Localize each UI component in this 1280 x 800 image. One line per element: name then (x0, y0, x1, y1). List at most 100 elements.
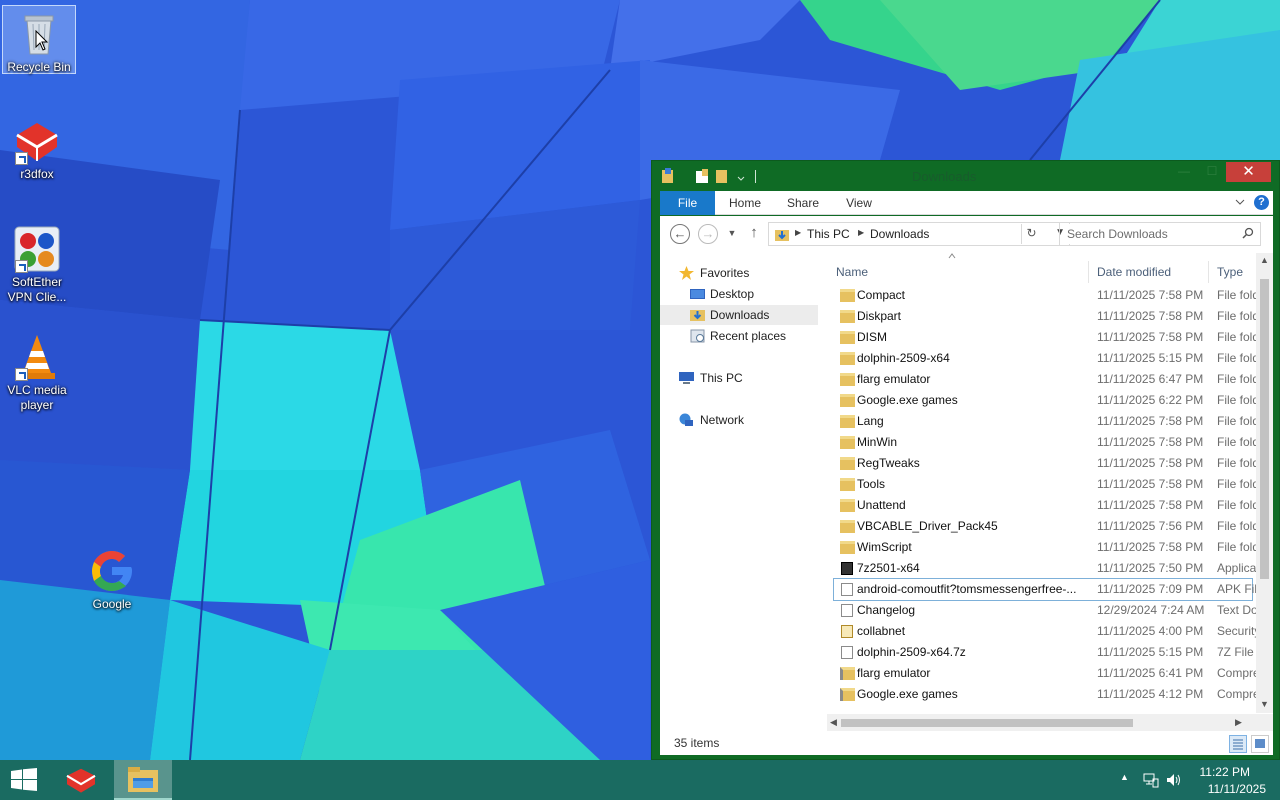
column-divider[interactable] (1208, 261, 1209, 283)
file-type: File folder (1217, 477, 1257, 491)
file-row[interactable]: VBCABLE_Driver_Pack45 11/11/2025 7:56 PM F… (834, 516, 1257, 537)
file-row[interactable]: WimScript 11/11/2025 7:58 PM File folder (834, 537, 1257, 558)
column-header-name[interactable]: Name (836, 265, 868, 279)
file-date-modified: 11/11/2025 7:58 PM (1097, 477, 1204, 491)
nav-favorites[interactable]: Favorites (660, 263, 818, 283)
computer-icon (679, 372, 694, 384)
scroll-down-arrow-icon[interactable]: ▼ (1260, 699, 1269, 709)
vertical-scrollbar-thumb[interactable] (1260, 279, 1269, 579)
nav-recent-places[interactable]: Recent places (660, 326, 818, 346)
help-icon[interactable]: ? (1254, 195, 1269, 210)
file-type: Application (1217, 561, 1257, 575)
tab-file[interactable]: File (660, 191, 715, 215)
zip-folder-icon (840, 667, 855, 680)
breadcrumb-this-pc[interactable]: This PC (807, 227, 850, 241)
file-date-modified: 11/11/2025 7:58 PM (1097, 456, 1204, 470)
expand-ribbon-chevron-icon[interactable] (1235, 195, 1245, 209)
forward-button[interactable]: → (698, 224, 718, 244)
search-box[interactable] (1059, 222, 1261, 246)
file-date-modified: 11/11/2025 7:58 PM (1097, 498, 1204, 512)
desktop-icon-vlc[interactable]: VLC media player (0, 329, 74, 413)
tab-share[interactable]: Share (778, 191, 828, 215)
window-title-bar[interactable]: Downloads — ☐ ✕ (652, 161, 1279, 191)
column-header-date-modified[interactable]: Date modified (1097, 265, 1171, 279)
file-row[interactable]: RegTweaks 11/11/2025 7:58 PM File folder (834, 453, 1257, 474)
refresh-button[interactable]: ↻ (1021, 224, 1041, 244)
desktop-icon-google[interactable]: Google (75, 543, 149, 612)
certificate-icon (841, 625, 853, 638)
nav-this-pc[interactable]: This PC (660, 368, 818, 388)
clock-date[interactable]: 11/11/2025 (1208, 782, 1266, 796)
nav-desktop-label: Desktop (710, 287, 755, 301)
file-date-modified: 11/11/2025 7:50 PM (1097, 561, 1204, 575)
file-row[interactable]: Google.exe games 11/11/2025 6:22 PM File f… (834, 390, 1257, 411)
desktop-icon-label: SoftEther VPN Clie... (7, 275, 67, 304)
file-name: VBCABLE_Driver_Pack45 (857, 519, 998, 533)
horizontal-scrollbar[interactable]: ◀ ▶ (827, 714, 1273, 731)
scroll-up-arrow-icon[interactable]: ▲ (1260, 255, 1269, 265)
file-name: android-comoutfit?tomsmessengerfree-... (857, 582, 1077, 596)
file-row[interactable]: dolphin-2509-x64 11/11/2025 5:15 PM File f… (834, 348, 1257, 369)
details-view-button[interactable] (1229, 735, 1247, 753)
file-type: File folder (1217, 456, 1257, 470)
taskbar-file-explorer[interactable] (114, 760, 172, 800)
file-type: Compressed (1217, 666, 1257, 680)
file-name: WimScript (857, 540, 912, 554)
file-row[interactable]: flarg emulator 11/11/2025 6:47 PM File fol… (834, 369, 1257, 390)
folder-icon (840, 541, 855, 554)
clock-time[interactable]: 11:22 PM (1200, 765, 1250, 779)
file-row[interactable]: flarg emulator 11/11/2025 6:41 PM Compress… (834, 663, 1257, 684)
show-hidden-icons-chevron-icon[interactable]: ▲ (1120, 772, 1129, 782)
softether-vpn-icon (13, 225, 61, 273)
taskbar-r3dfox[interactable] (58, 760, 104, 800)
recent-locations-chevron-icon[interactable]: ▼ (722, 224, 742, 244)
file-row[interactable]: Tools 11/11/2025 7:58 PM File folder (834, 474, 1257, 495)
column-divider[interactable] (1088, 261, 1089, 283)
file-row[interactable]: Changelog 12/29/2024 7:24 AM Text Document (834, 600, 1257, 621)
file-row[interactable]: Unattend 11/11/2025 7:58 PM File folder (834, 495, 1257, 516)
file-name: dolphin-2509-x64 (857, 351, 950, 365)
minimize-button[interactable]: — (1171, 162, 1197, 182)
column-header-type[interactable]: Type (1217, 265, 1243, 279)
shortcut-arrow-icon (15, 368, 28, 381)
nav-desktop[interactable]: Desktop (660, 284, 818, 304)
folder-icon (840, 289, 855, 302)
up-button[interactable]: ↑ (744, 224, 764, 244)
file-row[interactable]: dolphin-2509-x64.7z 11/11/2025 5:15 PM 7Z … (834, 642, 1254, 663)
file-row[interactable]: Diskpart 11/11/2025 7:58 PM File folder (834, 306, 1257, 327)
scroll-left-arrow-icon[interactable]: ◀ (830, 717, 837, 728)
downloads-folder-icon (775, 230, 789, 241)
nav-network[interactable]: Network (660, 410, 818, 430)
desktop-icon-r3dfox[interactable]: r3dfox (0, 113, 74, 182)
maximize-button[interactable]: ☐ (1199, 162, 1225, 182)
back-button[interactable]: ← (670, 224, 690, 244)
file-row[interactable]: android-comoutfit?tomsmessengerfree-... 1… (833, 578, 1257, 601)
scroll-right-arrow-icon[interactable]: ▶ (1235, 717, 1242, 728)
network-status-icon[interactable] (1143, 772, 1159, 788)
horizontal-scrollbar-thumb[interactable] (841, 719, 1133, 727)
close-button[interactable]: ✕ (1226, 162, 1271, 182)
volume-icon[interactable] (1166, 772, 1182, 788)
breadcrumb-separator-icon: ▶ (858, 228, 865, 237)
file-row[interactable]: Lang 11/11/2025 7:58 PM File folder (834, 411, 1257, 432)
nav-downloads[interactable]: Downloads (660, 305, 818, 325)
file-type: File folder (1217, 519, 1257, 533)
tab-home[interactable]: Home (720, 191, 770, 215)
desktop-icon-softether-vpn[interactable]: SoftEther VPN Clie... (0, 221, 74, 305)
file-row[interactable]: MinWin 11/11/2025 7:58 PM File folder (834, 432, 1257, 453)
folder-icon (840, 457, 855, 470)
search-input[interactable] (1067, 224, 1237, 244)
file-row[interactable]: 7z2501-x64 11/11/2025 7:50 PM Application (834, 558, 1257, 579)
tab-view[interactable]: View (834, 191, 884, 215)
file-explorer-window[interactable]: Downloads — ☐ ✕ File Home Share View ? ←… (651, 160, 1280, 760)
shortcut-arrow-icon (15, 260, 28, 273)
start-button[interactable] (0, 760, 48, 800)
file-row[interactable]: DISM 11/11/2025 7:58 PM File folder (834, 327, 1257, 348)
breadcrumb-downloads[interactable]: Downloads (870, 227, 929, 241)
file-row[interactable]: collabnet 11/11/2025 4:00 PM Security Cert… (834, 621, 1257, 642)
large-icons-view-button[interactable] (1251, 735, 1269, 753)
vertical-scrollbar[interactable]: ▲ ▼ (1256, 253, 1273, 713)
file-row[interactable]: Google.exe games 11/11/2025 4:12 PM Compre… (834, 684, 1257, 705)
file-row[interactable]: Compact 11/11/2025 7:58 PM File folder (834, 285, 1257, 306)
quick-access-toolbar[interactable] (660, 168, 760, 185)
